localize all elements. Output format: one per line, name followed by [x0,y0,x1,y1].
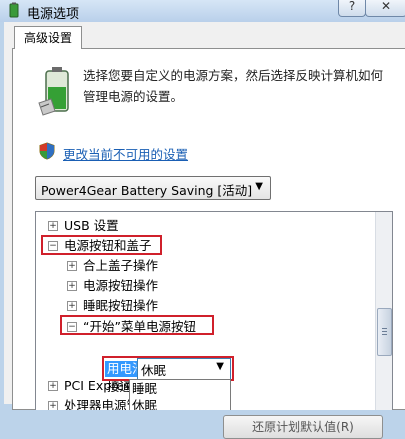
chevron-down-icon: ▼ [216,361,224,372]
tab-panel: 选择您要自定义的电源方案，然后选择反映计算机如何管理电源的设置。 更改当前不可用… [12,48,405,439]
expand-icon[interactable]: + [67,261,77,271]
highlight-box-power-buttons [41,235,162,255]
power-options-icon [9,2,19,18]
scroll-thumb[interactable] [377,308,392,356]
shield-icon [39,142,55,160]
expand-icon[interactable]: + [48,401,58,410]
close-button[interactable]: ✕ [365,0,405,17]
option-sleep[interactable]: 睡眠 [130,380,230,397]
power-plan-value: Power4Gear Battery Saving [活动] [41,183,253,198]
battery-action-select[interactable]: 休眠 ▼ [137,358,231,380]
tree-item-label: 电源按钮操作 [83,278,159,293]
expand-icon[interactable]: + [67,281,77,291]
tree-scrollbar[interactable] [375,212,392,410]
expand-icon[interactable]: + [48,221,58,231]
tree-item-label: 睡眠按钮操作 [83,298,159,313]
battery-icon [38,67,69,116]
change-settings-link[interactable]: 更改当前不可用的设置 [63,144,188,163]
battery-action-options: 睡眠 休眠 关机 [129,379,231,410]
window-body: 高级设置 选择您要自定义的电源方案，然后选择反映计算机如何管理电源的设置。 更改… [4,22,405,439]
tree-item-label: USB 设置 [64,218,119,233]
expand-icon[interactable]: + [48,381,58,391]
description-text: 选择您要自定义的电源方案，然后选择反映计算机如何管理电源的设置。 [83,68,384,104]
expand-icon[interactable]: + [67,301,77,311]
chevron-down-icon: ▼ [255,181,263,192]
title-bar: 电源选项 ? ✕ [0,0,405,22]
window-title: 电源选项 [27,7,80,22]
tab-advanced-settings[interactable]: 高级设置 [14,26,82,49]
highlight-box-start-menu [60,315,214,335]
restore-defaults-button[interactable]: 还原计划默认值(R) [223,415,383,439]
settings-tree[interactable]: + USB 设置 − 电源按钮和盖子 + 合上盖子操作 + 电源按钮操作 + 睡… [35,211,393,410]
power-plan-select[interactable]: Power4Gear Battery Saving [活动] ▼ [35,176,271,200]
tree-item-label: 合上盖子操作 [83,258,159,273]
battery-action-value: 休眠 [141,363,167,378]
help-button[interactable]: ? [338,0,366,17]
